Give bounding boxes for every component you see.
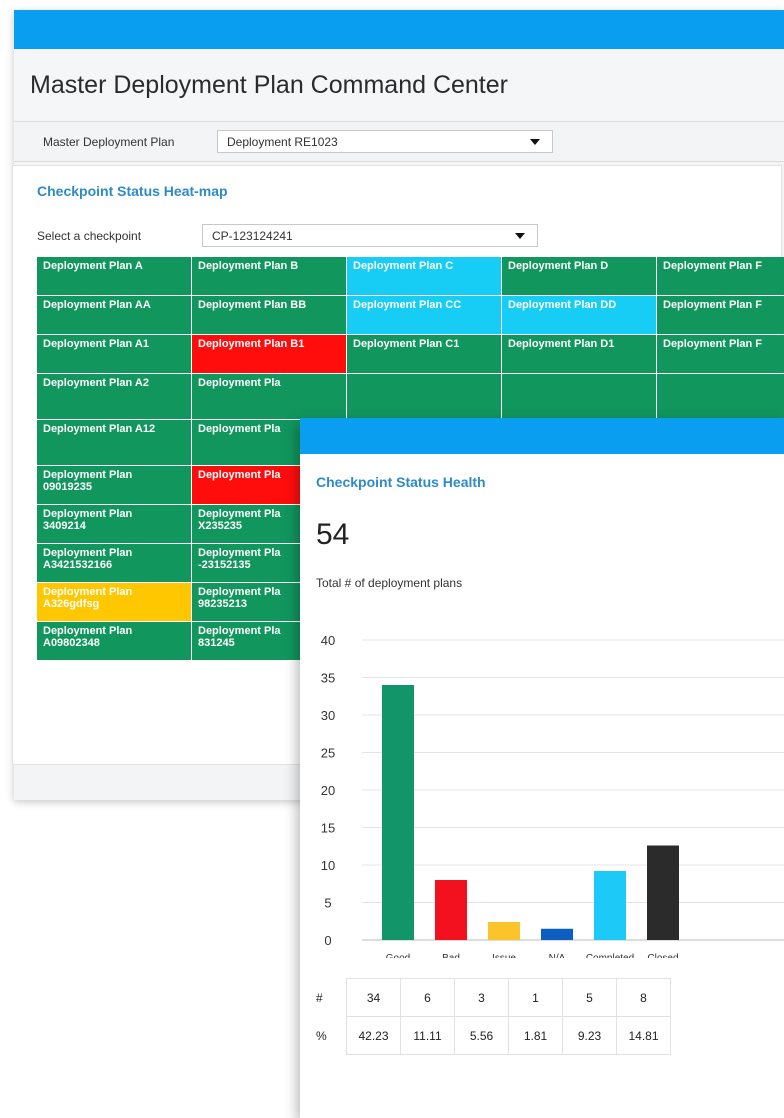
bar-closed[interactable] [647,845,679,941]
bar-completed[interactable] [594,871,626,940]
heatmap-cell[interactable]: Deployment Plan C [347,257,501,295]
y-tick-label: 25 [321,746,335,761]
heatmap-cell[interactable]: Deployment Plan A1 [37,335,191,373]
x-category-label: Bad [442,953,460,958]
y-tick-label: 40 [321,633,335,648]
y-tick-label: 0 [324,933,331,948]
y-tick-label: 10 [321,858,335,873]
bar-bad[interactable] [435,880,467,940]
heatmap-cell[interactable]: Deployment Plan A12 [37,420,191,465]
heatmap-cell[interactable]: Deployment Plan B1 [192,335,346,373]
x-category-label: Issue [492,953,516,958]
heatmap-cell[interactable]: Deployment Plan CC [347,296,501,334]
master-plan-value: Deployment RE1023 [227,134,338,149]
page-title: Master Deployment Plan Command Center [30,70,508,99]
heatmap-cell[interactable]: Deployment Plan A [37,257,191,295]
y-tick-label: 30 [321,708,335,723]
count-row-label: # [316,990,323,1005]
status-stats-table: # 34 6 3 1 5 8 % 42.23 11.11 5.56 1.81 9… [316,978,671,1055]
heatmap-cell[interactable]: Deployment Plan DD [502,296,656,334]
percent-cell: 9.23 [562,1016,617,1055]
heatmap-cell[interactable]: Deployment Plan F [657,296,784,334]
total-label: Total # of deployment plans [316,576,463,590]
x-category-label: N/A [549,953,566,958]
x-category-label: Good [386,953,410,958]
master-plan-row: Master Deployment Plan Deployment RE1023 [14,122,784,162]
heatmap-cell[interactable]: Deployment Plan C1 [347,335,501,373]
x-category-label: Completed [586,953,634,958]
checkpoint-select[interactable]: CP-123124241 [202,224,538,247]
heatmap-cell[interactable]: Deployment Plan B [192,257,346,295]
count-cell: 1 [508,978,563,1017]
heatmap-cell[interactable]: Deployment Plan BB [192,296,346,334]
checkpoint-label: Select a checkpoint [37,229,142,243]
count-cell: 5 [562,978,617,1017]
heatmap-cell[interactable] [347,374,501,419]
percent-cell: 1.81 [508,1016,563,1055]
y-tick-label: 15 [321,821,335,836]
heatmap-cell[interactable] [657,374,784,419]
heatmap-cell[interactable]: Deployment Plan F [657,335,784,373]
heatmap-cell[interactable]: Deployment Plan 09019235 [37,466,191,504]
percent-cell: 42.23 [346,1016,401,1055]
health-window-bar [300,418,784,454]
heatmap-cell[interactable]: Deployment Plan D1 [502,335,656,373]
count-cell: 6 [400,978,455,1017]
health-window: Checkpoint Status Health 54 Total # of d… [300,418,784,1118]
count-row: # 34 6 3 1 5 8 [316,978,671,1017]
dropdown-caret-icon [530,139,540,145]
y-tick-label: 20 [321,783,335,798]
window-title-bar [14,10,784,49]
heatmap-cell[interactable]: Deployment Plan A2 [37,374,191,419]
heatmap-cell[interactable]: Deployment Plan A3421532166 [37,544,191,582]
health-title: Checkpoint Status Health [316,474,486,490]
percent-row: % 42.23 11.11 5.56 1.81 9.23 14.81 [316,1016,671,1055]
heatmap-cell[interactable]: Deployment Plan AA [37,296,191,334]
percent-row-label: % [316,1028,327,1043]
status-bar-chart: 0 5 10 15 20 25 30 35 40 Good Bad Issue N/A Completed… [321,633,784,958]
x-category-label: Closed [647,953,678,958]
checkpoint-value: CP-123124241 [212,228,293,243]
y-tick-label: 35 [321,671,335,686]
total-count: 54 [316,518,350,551]
count-cell: 8 [616,978,671,1017]
y-tick-label: 5 [324,896,331,911]
heatmap-cell[interactable]: Deployment Plan A326gdfsg [37,583,191,621]
heatmap-cell[interactable]: Deployment Plan 3409214 [37,505,191,543]
count-cell: 3 [454,978,509,1017]
heatmap-cell[interactable]: Deployment Plan D [502,257,656,295]
percent-cell: 14.81 [616,1016,671,1055]
heatmap-cell[interactable]: Deployment Pla [192,374,346,419]
bar-issue[interactable] [488,922,520,940]
master-plan-select[interactable]: Deployment RE1023 [217,130,553,153]
heatmap-cell[interactable]: Deployment Plan A09802348 [37,622,191,660]
bar-n-a[interactable] [541,928,573,940]
count-cell: 34 [346,978,401,1017]
percent-cell: 11.11 [400,1016,455,1055]
bar-good[interactable] [382,685,414,940]
app-header: Master Deployment Plan Command Center [14,49,784,122]
heatmap-cell[interactable]: Deployment Plan F [657,257,784,295]
master-plan-label: Master Deployment Plan [43,134,175,149]
heatmap-cell[interactable] [502,374,656,419]
heatmap-title: Checkpoint Status Heat-map [37,183,228,199]
percent-cell: 5.56 [454,1016,509,1055]
dropdown-caret-icon [515,233,525,239]
